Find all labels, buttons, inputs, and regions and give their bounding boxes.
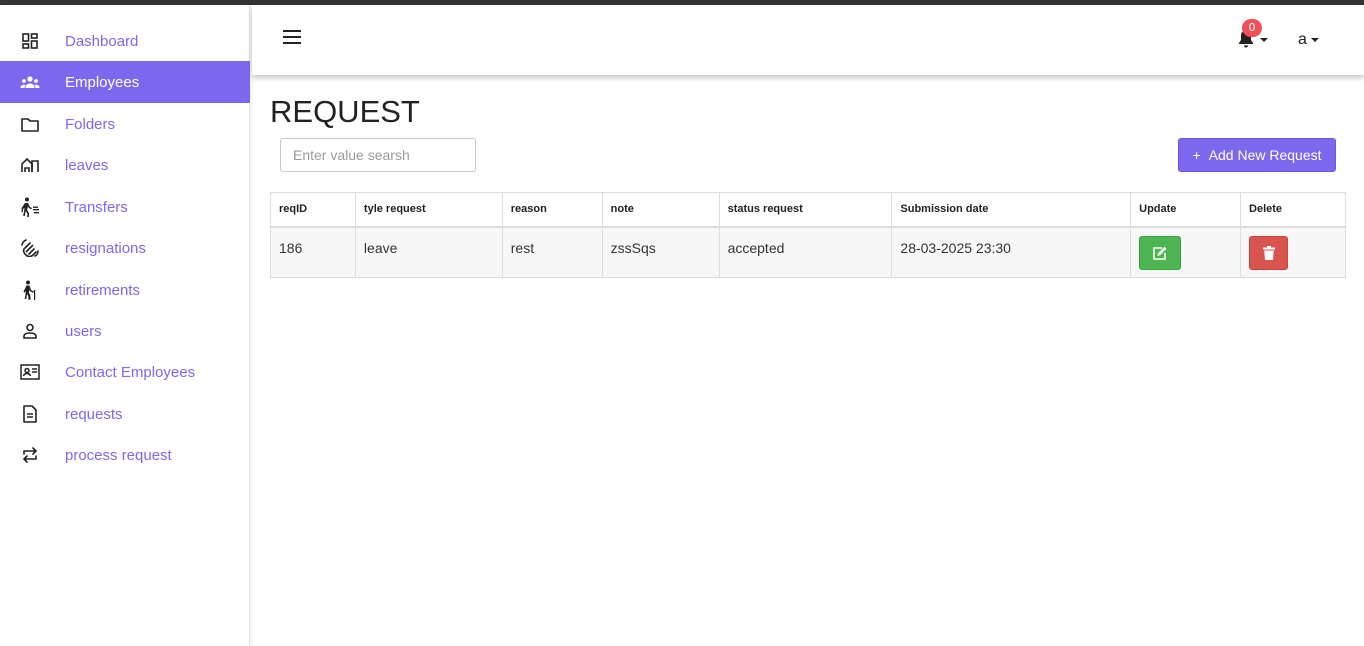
sidebar-item-retirements[interactable]: retirements <box>0 269 250 311</box>
table-header-row: reqID tyle request reason note status re… <box>270 192 1346 228</box>
hand-wave-icon <box>20 238 40 258</box>
sidebar-item-employees[interactable]: Employees <box>0 61 250 103</box>
plus-icon: + <box>1192 147 1201 163</box>
column-header: Update <box>1130 192 1242 228</box>
elder-icon <box>20 280 40 300</box>
column-header: note <box>601 192 720 228</box>
notifications-button[interactable]: 0 <box>1236 19 1272 51</box>
sidebar-item-contact-employees[interactable]: Contact Employees <box>0 351 250 393</box>
sidebar-item-transfers[interactable]: Transfers <box>0 186 250 228</box>
column-header: tyle request <box>354 192 503 228</box>
sidebar-item-label: leaves <box>65 156 109 174</box>
column-header: Submission date <box>891 192 1132 228</box>
search-input[interactable] <box>280 138 476 172</box>
update-button[interactable] <box>1139 235 1182 270</box>
add-button-label: Add New Request <box>1208 147 1322 163</box>
contact-card-icon <box>20 362 40 382</box>
sidebar-item-label: Employees <box>65 73 140 91</box>
top-header: 0 a <box>252 5 1364 75</box>
hamburger-menu-icon[interactable] <box>283 30 303 46</box>
sidebar-item-requests[interactable]: requests <box>0 393 250 435</box>
sidebar-item-label: process request <box>65 446 172 464</box>
trash-icon <box>1262 245 1275 260</box>
page-title: REQUEST <box>270 94 420 129</box>
column-header: Delete <box>1240 192 1346 228</box>
sidebar-item-label: requests <box>65 405 123 423</box>
chevron-down-icon <box>1310 38 1319 42</box>
sidebar-item-resignations[interactable]: resignations <box>0 227 250 269</box>
sidebar-item-label: Transfers <box>65 198 128 216</box>
cell-date: 28-03-2025 23:30 <box>891 226 1132 278</box>
cell-req-id: 186 <box>270 226 356 278</box>
transfer-walk-icon <box>20 197 40 217</box>
sidebar-item-label: Dashboard <box>65 32 139 50</box>
sidebar-item-label: resignations <box>65 239 146 257</box>
cell-update <box>1130 226 1242 278</box>
cell-reason: rest <box>501 226 603 278</box>
delete-button[interactable] <box>1249 235 1289 270</box>
sidebar: Dashboard Employees Folders leaves Trans… <box>0 5 250 646</box>
people-icon <box>20 72 40 92</box>
sidebar-item-label: retirements <box>65 281 141 299</box>
add-new-request-button[interactable]: + Add New Request <box>1178 138 1336 172</box>
sidebar-item-dashboard[interactable]: Dashboard <box>0 20 250 62</box>
chevron-down-icon <box>1260 38 1268 42</box>
column-header: reason <box>501 192 603 228</box>
requests-table: reqID tyle request reason note status re… <box>270 192 1346 278</box>
leave-icon <box>20 155 40 175</box>
user-icon <box>20 321 40 341</box>
sidebar-item-label: users <box>65 322 102 340</box>
column-header: reqID <box>270 192 356 228</box>
swap-icon <box>20 445 40 465</box>
folder-icon <box>20 114 40 134</box>
sidebar-item-process-request[interactable]: process request <box>0 434 250 476</box>
user-menu[interactable]: a <box>1298 30 1319 50</box>
cell-delete <box>1240 226 1346 278</box>
cell-status: accepted <box>718 226 893 278</box>
cell-type: leave <box>354 226 503 278</box>
notification-badge: 0 <box>1242 19 1262 37</box>
sidebar-item-folders[interactable]: Folders <box>0 103 250 145</box>
sidebar-item-leaves[interactable]: leaves <box>0 144 250 186</box>
cell-note: zssSqs <box>601 226 720 278</box>
user-name: a <box>1298 31 1307 48</box>
sidebar-item-label: Folders <box>65 115 116 133</box>
column-header: status request <box>718 192 893 228</box>
document-icon <box>20 404 40 424</box>
table-row: 186 leave rest zssSqs accepted 28-03-202… <box>270 226 1346 278</box>
dashboard-icon <box>20 31 40 51</box>
sidebar-item-label: Contact Employees <box>65 363 196 381</box>
sidebar-item-users[interactable]: users <box>0 310 250 352</box>
edit-icon <box>1153 246 1167 260</box>
